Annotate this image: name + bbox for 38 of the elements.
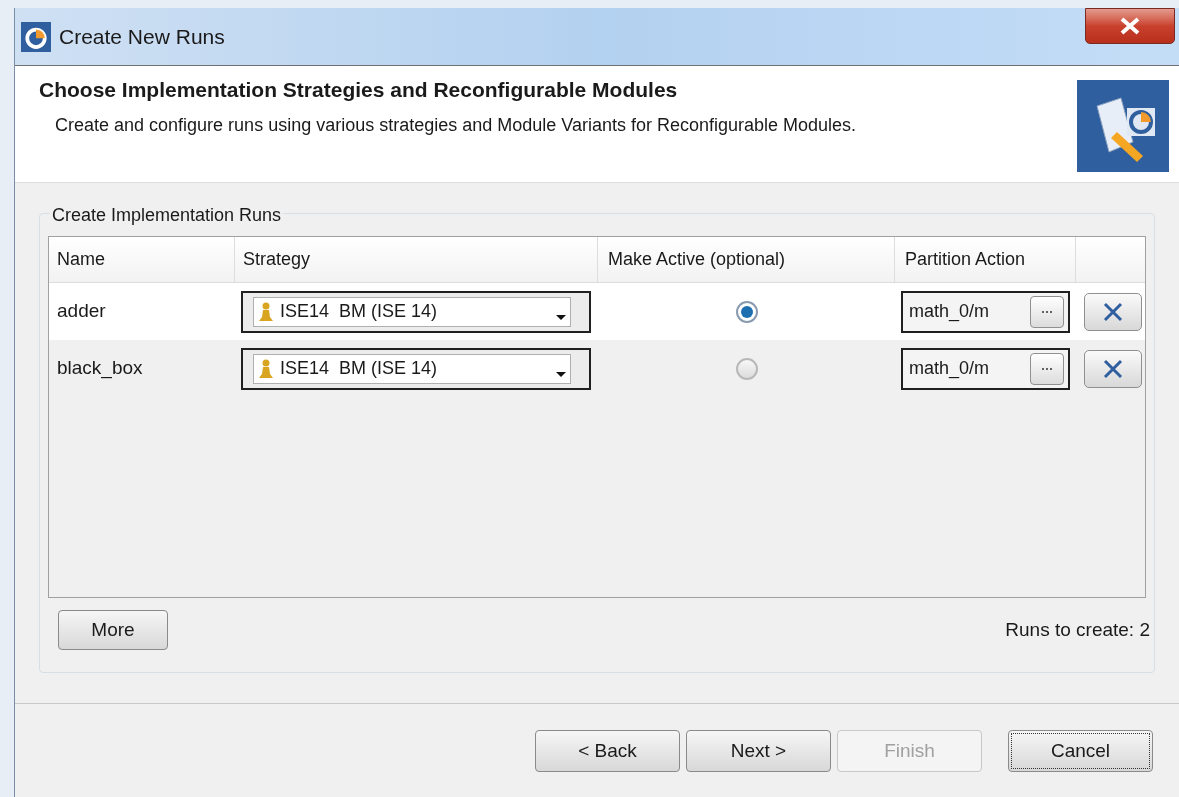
close-icon — [1102, 300, 1124, 323]
wizard-button[interactable]: Cancel — [1008, 730, 1153, 772]
strategy-value: ISE14 BM (ISE 14) — [280, 300, 439, 323]
wizard-button[interactable]: < Back — [535, 730, 680, 772]
close-icon — [1119, 17, 1141, 35]
window-title: Create New Runs — [59, 23, 225, 50]
browse-button[interactable] — [1030, 352, 1064, 385]
remove-button[interactable] — [1084, 349, 1142, 388]
pawn-icon — [258, 357, 274, 380]
header-title: Choose Implementation Strategies and Reconfigurable Modules — [39, 77, 679, 103]
strategy-dropdown[interactable]: ISE14 BM (ISE 14) — [241, 290, 591, 333]
more-button[interactable]: More — [58, 610, 168, 650]
runs-count: Runs to create: 2 — [1005, 617, 1150, 642]
ellipsis-icon — [1041, 366, 1053, 371]
dropdown-arrow-icon — [556, 314, 566, 320]
header-description: Create and configure runs using various strategies and Module Variants for Reconfigurable Modules. — [55, 113, 858, 137]
document-pencil-icon — [1077, 80, 1169, 172]
table-cell-text: adder — [56, 299, 107, 324]
partition-field[interactable]: math_0/m — [901, 290, 1070, 333]
pawn-icon — [258, 300, 274, 323]
remove-button[interactable] — [1084, 292, 1142, 331]
ellipsis-icon — [1041, 309, 1053, 314]
column-header: Partition Action — [895, 237, 1076, 282]
partition-field[interactable]: math_0/m — [901, 347, 1070, 390]
wizard-button[interactable]: Next > — [686, 730, 831, 772]
table-cell-text: black_box — [56, 356, 144, 381]
column-header: Name — [49, 237, 235, 282]
strategy-dropdown[interactable]: ISE14 BM (ISE 14) — [241, 347, 591, 390]
dropdown-arrow-icon — [556, 371, 566, 377]
app-icon — [21, 21, 51, 52]
column-header: Strategy — [235, 237, 598, 282]
radio-button[interactable] — [735, 357, 758, 380]
close-button[interactable] — [1085, 8, 1175, 44]
strategy-value: ISE14 BM (ISE 14) — [280, 357, 439, 380]
close-icon — [1102, 357, 1124, 380]
browse-button[interactable] — [1030, 295, 1064, 328]
column-header: Make Active (optional) — [598, 237, 895, 282]
radio-button[interactable] — [735, 300, 758, 323]
